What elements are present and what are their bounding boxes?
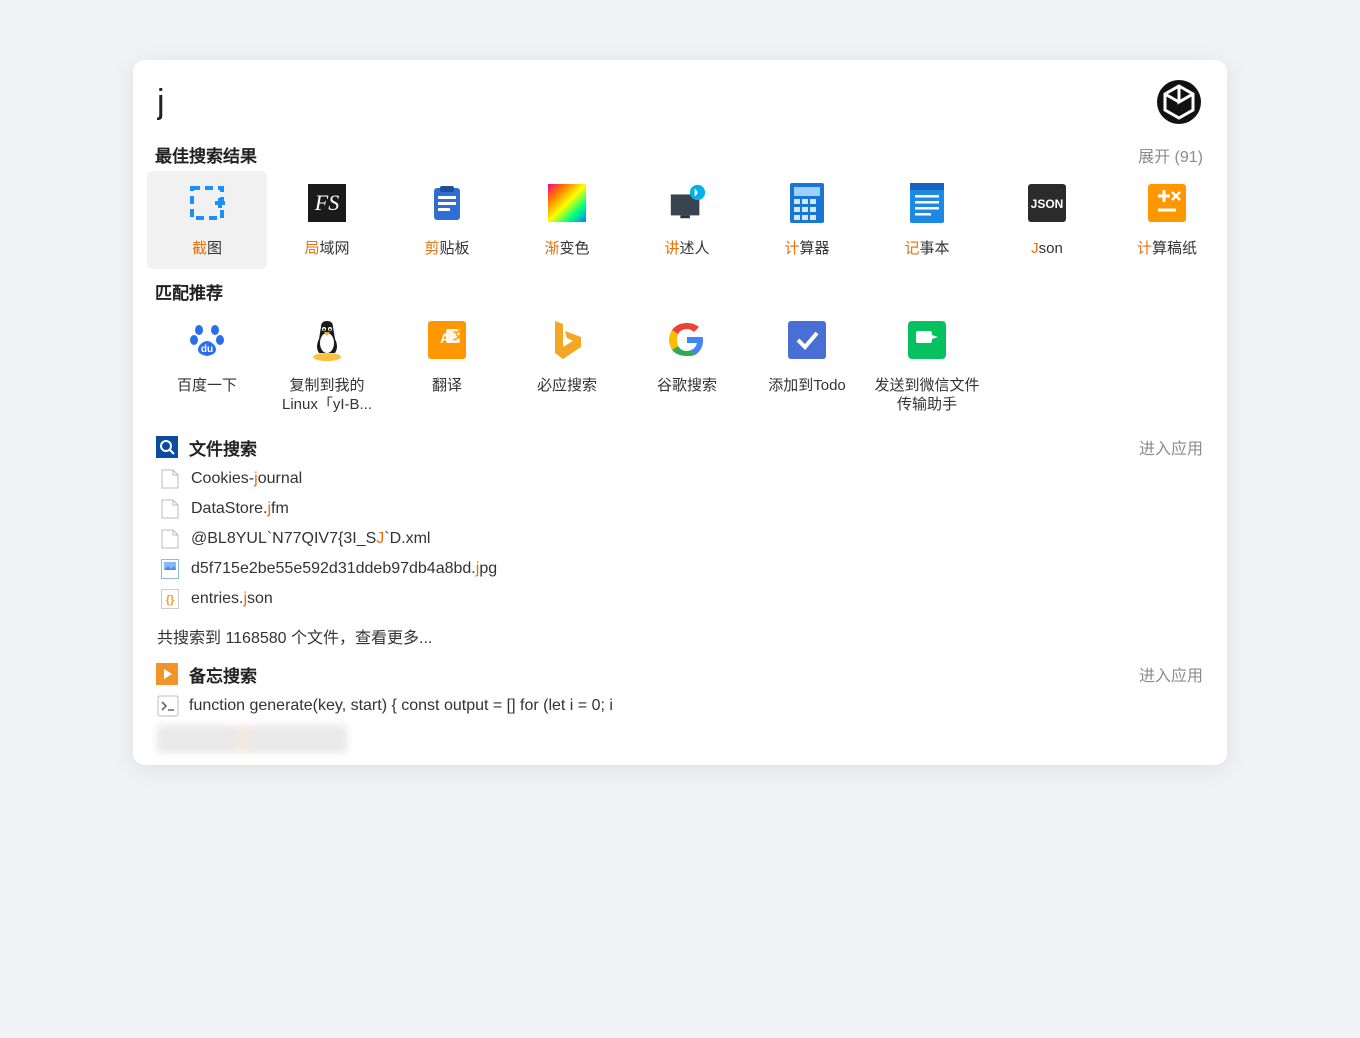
tile-clipboard[interactable]: 剪贴板 [387,171,507,269]
json-icon: JSON [1027,183,1067,223]
tile-label: 截图 [192,239,222,259]
gradient-icon [547,183,587,223]
memo-search-icon [155,662,179,686]
recommend-header: 匹配推荐 [133,273,1227,306]
tile-baidu[interactable]: du 百度一下 [147,308,267,425]
google-icon [667,320,707,360]
tile-translate[interactable]: A文翻译 [387,308,507,425]
file-search-header: 文件搜索 进入应用 [133,429,1227,464]
memo-item[interactable]: function generate(key, start) { const ou… [133,691,1227,725]
file-summary[interactable]: 共搜索到 1168580 个文件，查看更多... [133,618,1227,656]
screenshot-icon [187,183,227,223]
search-row [133,60,1227,136]
terminal-icon [157,695,179,717]
memo-text: function generate(key, start) { const ou… [189,697,613,715]
file-row[interactable]: d5f715e2be55e592d31ddeb97db4a8bd.jpg [157,554,1203,584]
tile-label: 讲述人 [664,239,709,259]
file-name: d5f715e2be55e592d31ddeb97db4a8bd.jpg [191,560,497,578]
file-row[interactable]: @BL8YUL`N77QIV7{3I_SJ`D.xml [157,524,1203,554]
file-type-icon [161,499,181,519]
file-search-icon [155,435,179,459]
svg-text:du: du [201,344,213,355]
tile-add-todo[interactable]: 添加到Todo [747,308,867,425]
svg-text:FS: FS [314,190,339,215]
tile-label: Json [1031,239,1063,259]
svg-text:JSON: JSON [1031,197,1064,211]
file-search-title: 文件搜索 [189,435,257,460]
calcpaper-icon [1147,183,1187,223]
tile-label: 复制到我的 Linux「yI-B... [273,376,381,415]
file-type-icon: {} [161,589,181,609]
tile-label: 百度一下 [177,376,237,396]
todo-icon [787,320,827,360]
file-row[interactable]: DataStore.jfm [157,494,1203,524]
file-row[interactable]: {} entries.json [157,584,1203,614]
app-logo-icon [1155,78,1203,126]
tile-label: 谷歌搜索 [657,376,717,396]
tile-label: 记事本 [904,239,949,259]
best-results-header: 最佳搜索结果 展开 (91) [133,136,1227,169]
file-list: Cookies-journal DataStore.jfm @BL8YUL`N77Q… [133,464,1227,618]
bing-icon [547,320,587,360]
svg-text:A: A [440,330,450,346]
tile-send-wechat[interactable]: 发送到微信文件传输助手 [867,308,987,425]
recommend-title: 匹配推荐 [155,279,223,304]
expand-link[interactable]: 展开 (91) [1138,143,1203,167]
memo-search-enter[interactable]: 进入应用 [1139,662,1203,686]
baidu-icon: du [187,320,227,360]
svg-text:{}: {} [166,594,175,606]
tile-label: 计算器 [784,239,829,259]
tile-label: 发送到微信文件传输助手 [873,376,981,415]
tile-lan[interactable]: FS 局域网 [267,171,387,269]
narrator-icon [667,183,707,223]
launcher-window: 最佳搜索结果 展开 (91) 截图 FS 局域网 剪贴板 渐变色 讲述人 计算器 记事本 JSO… [133,60,1227,765]
search-input[interactable] [157,83,1155,122]
tile-gradient[interactable]: 渐变色 [507,171,627,269]
memo-search-header: 备忘搜索 进入应用 [133,656,1227,691]
clipboard-icon [427,183,467,223]
tile-label: 翻译 [432,376,462,396]
file-type-icon [161,529,181,549]
file-name: entries.json [191,590,273,608]
linux-icon [307,320,347,360]
tile-screenshot[interactable]: 截图 [147,171,267,269]
tile-narrator[interactable]: 讲述人 [627,171,747,269]
tile-label: 添加到Todo [768,376,846,396]
memo-search-title: 备忘搜索 [189,662,257,687]
tile-copy-linux[interactable]: 复制到我的 Linux「yI-B... [267,308,387,425]
footer-blur [157,725,347,753]
tile-json[interactable]: JSON Json [987,171,1107,269]
tile-label: 必应搜索 [537,376,597,396]
recommend-grid: du百度一下复制到我的 Linux「yI-B...A文翻译必应搜索谷歌搜索添加到… [133,306,1227,429]
tile-google[interactable]: 谷歌搜索 [627,308,747,425]
file-name: DataStore.jfm [191,500,289,518]
best-results-title: 最佳搜索结果 [155,142,257,167]
translate-icon: A文 [427,320,467,360]
best-results-grid: 截图 FS 局域网 剪贴板 渐变色 讲述人 计算器 记事本 JSON Json 计算稿纸 [133,169,1227,273]
tile-notepad[interactable]: 记事本 [867,171,987,269]
file-name: Cookies-journal [191,470,302,488]
file-search-enter[interactable]: 进入应用 [1139,435,1203,459]
notepad-icon [907,183,947,223]
tile-calcpaper[interactable]: 计算稿纸 [1107,171,1227,269]
calculator-icon [787,183,827,223]
tile-bing[interactable]: 必应搜索 [507,308,627,425]
fs-icon: FS [307,183,347,223]
tile-label: 渐变色 [544,239,589,259]
tile-label: 局域网 [304,239,349,259]
tile-label: 剪贴板 [424,239,469,259]
svg-text:文: 文 [453,328,465,342]
file-name: @BL8YUL`N77QIV7{3I_SJ`D.xml [191,530,430,548]
tile-calculator[interactable]: 计算器 [747,171,867,269]
wechat-icon [907,320,947,360]
file-row[interactable]: Cookies-journal [157,464,1203,494]
file-type-icon [161,469,181,489]
file-type-icon [161,559,181,579]
tile-label: 计算稿纸 [1137,239,1197,259]
